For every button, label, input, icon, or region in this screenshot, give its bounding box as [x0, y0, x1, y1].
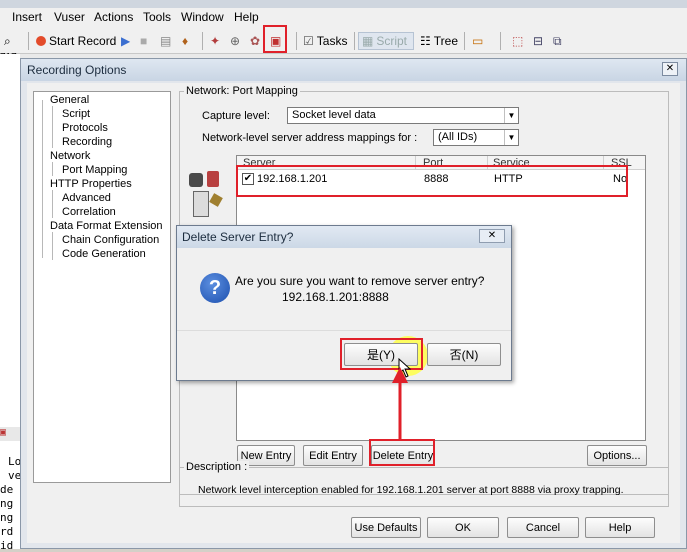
close-icon[interactable]: ✕ — [479, 229, 505, 243]
edit-entry-button[interactable]: Edit Entry — [303, 445, 363, 466]
tasks-button[interactable]: ☑ Tasks — [303, 32, 347, 50]
menu-actions[interactable]: Actions — [94, 10, 133, 24]
snapshot-icon[interactable]: ⬚ — [512, 32, 523, 50]
log-line: rd — [0, 525, 14, 538]
log-line: de — [0, 483, 14, 496]
ok-button[interactable]: OK — [427, 517, 499, 538]
popup-titlebar: Delete Server Entry? ✕ — [177, 226, 511, 248]
dialog-titlebar: Recording Options ✕ — [21, 59, 686, 81]
search-icon[interactable]: ⌕ — [4, 32, 11, 50]
compare-icon[interactable]: ⊟ — [533, 32, 543, 50]
no-button[interactable]: 否(N) — [427, 343, 501, 366]
regenerate-icon[interactable]: ✿ — [250, 32, 260, 50]
tree-item-port-mapping[interactable]: Port Mapping — [62, 164, 127, 176]
tasks-label: Tasks — [316, 34, 348, 48]
step-icon[interactable]: ▤ — [160, 32, 171, 50]
popup-message: Are you sure you want to remove server e… — [235, 274, 485, 288]
mappings-select[interactable]: (All IDs) ▼ — [433, 129, 519, 146]
annotation-box-row — [236, 165, 628, 197]
log-line: ng — [0, 511, 14, 524]
log-line: id — [0, 539, 14, 552]
tree-item-correlation[interactable]: Correlation — [62, 206, 116, 218]
output-window-icon[interactable]: ▭ — [472, 32, 483, 50]
tree-item-protocols[interactable]: Protocols — [62, 122, 108, 134]
popup-entry: 192.168.1.201:8888 — [282, 290, 389, 304]
output-icon: ▣ — [0, 427, 20, 441]
options-button[interactable]: Options... — [587, 445, 647, 466]
toolbar: ⌕ Start Record ▶ ■ ▤ ♦ ✦ ⊕ ✿ ▣ ☑ Tasks ▦… — [0, 28, 687, 54]
menu-help[interactable]: Help — [234, 10, 259, 24]
start-record-label: Start Record — [49, 34, 117, 48]
menu-bar: Insert Vuser Actions Tools Window Help — [0, 8, 687, 28]
network-server-icon — [185, 169, 225, 223]
menu-vuser[interactable]: Vuser — [54, 10, 85, 24]
stop-icon[interactable]: ■ — [140, 32, 147, 50]
windows-icon[interactable]: ⧉ — [553, 32, 562, 50]
annotation-arrow-icon — [392, 367, 408, 439]
mappings-value: (All IDs) — [438, 131, 478, 143]
description-label: Description : — [184, 461, 250, 473]
tree-item-general[interactable]: General — [50, 94, 89, 106]
tree-item-advanced[interactable]: Advanced — [62, 192, 111, 204]
help-button[interactable]: Help — [585, 517, 655, 538]
tree-item-script[interactable]: Script — [62, 108, 90, 120]
record-icon — [36, 36, 46, 46]
start-record-button[interactable]: Start Record — [36, 32, 116, 50]
menu-insert[interactable]: Insert — [12, 10, 42, 24]
tree-item-network[interactable]: Network — [50, 150, 90, 162]
description-group: Description : Network level interception… — [179, 461, 669, 507]
tasks-icon: ☑ — [303, 34, 314, 48]
tree-item-chain-configuration[interactable]: Chain Configuration — [62, 234, 159, 246]
output-log: ▣ Lo ve de ng ng rd id — [0, 423, 21, 552]
description-text: Network level interception enabled for 1… — [198, 484, 624, 496]
options-tree: General Script Protocols Recording Netwo… — [33, 91, 171, 483]
breakpoint-icon[interactable]: ♦ — [182, 32, 188, 50]
cancel-button[interactable]: Cancel — [507, 517, 579, 538]
play-icon[interactable]: ▶ — [121, 32, 130, 50]
annotation-box-toolbar — [263, 25, 287, 53]
script-view-button[interactable]: ▦ Script — [358, 32, 414, 50]
menu-window[interactable]: Window — [181, 10, 224, 24]
use-defaults-button[interactable]: Use Defaults — [351, 517, 421, 538]
find-icon[interactable]: ⊕ — [230, 32, 240, 50]
compile-icon[interactable]: ✦ — [210, 32, 220, 50]
capture-level-value: Socket level data — [292, 109, 376, 121]
tree-view-button[interactable]: ☷ Tree — [420, 32, 458, 50]
window-title-strip — [0, 0, 687, 8]
tree-icon: ☷ — [420, 34, 431, 48]
mappings-label: Network-level server address mappings fo… — [202, 132, 418, 144]
tree-item-recording[interactable]: Recording — [62, 136, 112, 148]
group-title: Network: Port Mapping — [184, 85, 300, 97]
menu-tools[interactable]: Tools — [143, 10, 171, 24]
script-icon: ▦ — [362, 34, 374, 48]
tree-item-data-format-extension[interactable]: Data Format Extension — [50, 220, 163, 232]
tree-item-http-properties[interactable]: HTTP Properties — [50, 178, 132, 190]
capture-level-label: Capture level: — [202, 110, 270, 122]
script-label: Script — [376, 34, 408, 48]
chevron-down-icon: ▼ — [504, 130, 518, 145]
popup-title: Delete Server Entry? — [182, 230, 294, 244]
tree-label: Tree — [433, 34, 458, 48]
log-line: ng — [0, 497, 14, 510]
close-icon[interactable]: ✕ — [662, 62, 678, 76]
capture-level-select[interactable]: Socket level data ▼ — [287, 107, 519, 124]
question-icon: ? — [200, 273, 230, 303]
chevron-down-icon: ▼ — [504, 108, 518, 123]
dialog-title: Recording Options — [27, 63, 127, 77]
tree-item-code-generation[interactable]: Code Generation — [62, 248, 146, 260]
